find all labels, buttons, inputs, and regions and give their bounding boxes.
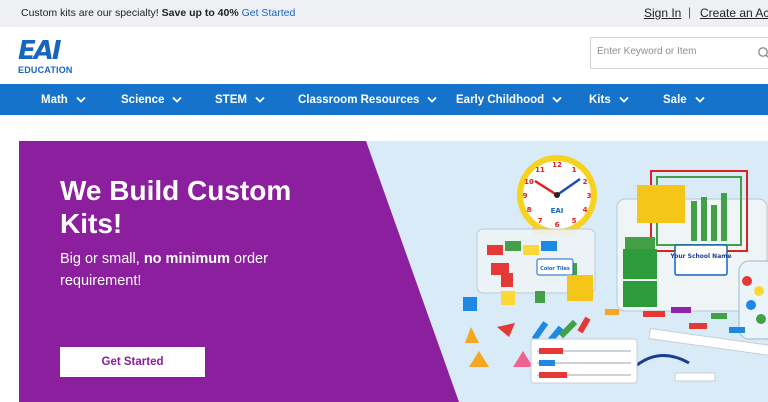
search-input[interactable] (597, 46, 747, 57)
hero-sub-bold: no minimum (143, 251, 231, 267)
chevron-down-icon (255, 96, 265, 103)
eai-logo[interactable]: EAI EDUCATION (18, 38, 78, 76)
nav-item-label: Classroom Resources (298, 93, 420, 106)
logo-text: EDUCATION (18, 65, 73, 75)
search-icon[interactable] (757, 46, 768, 60)
nav-item-early-childhood[interactable]: Early Childhood (456, 84, 562, 115)
create-account-link[interactable]: Create an Acco (700, 6, 768, 20)
chevron-down-icon (695, 96, 705, 103)
svg-text:4: 4 (583, 206, 588, 214)
svg-text:1: 1 (572, 166, 577, 174)
promo-prefix: Custom kits are our specialty! (21, 7, 159, 19)
custom-kit-product-image: 12 12 3 45 6 78 9 1011 EAI Color Tiles Your … (463, 155, 768, 384)
hero-banner: 12 1 2 3 45 6 78 9 10 11 EAI Color Tiles Y… (19, 141, 768, 402)
nav-item-label: Sale (663, 93, 687, 106)
clock-logo-text: EAI (551, 207, 564, 215)
svg-text:5: 5 (572, 217, 577, 225)
search-box (590, 37, 768, 69)
promo-text: Custom kits are our specialty! Save up t… (21, 7, 295, 19)
nav-item-stem[interactable]: STEM (215, 84, 265, 115)
svg-text:10: 10 (524, 178, 534, 186)
nav-item-label: STEM (215, 93, 247, 106)
chevron-down-icon (172, 96, 183, 103)
chevron-down-icon (619, 96, 629, 103)
nav-item-kits[interactable]: Kits (589, 84, 629, 115)
svg-text:8: 8 (527, 206, 532, 214)
promo-get-started-link[interactable]: Get Started (242, 7, 296, 19)
school-name-label: Your School Name (669, 253, 731, 260)
green-cubes (623, 237, 657, 307)
svg-text:11: 11 (535, 166, 545, 174)
promo-bold: Save up to 40% (161, 7, 239, 19)
sign-in-link[interactable]: Sign In (644, 6, 681, 20)
tile-label: Color Tiles (540, 266, 570, 272)
separator: | (688, 5, 692, 19)
nav-item-label: Kits (589, 93, 611, 106)
nav-item-classroom-resources[interactable]: Classroom Resources (298, 84, 438, 115)
chevron-down-icon (427, 96, 438, 103)
nav-item-label: Math (41, 93, 68, 106)
svg-text:9: 9 (523, 192, 528, 200)
nav-item-label: Science (121, 93, 165, 106)
svg-text:3: 3 (587, 192, 592, 200)
get-started-button[interactable]: Get Started (60, 347, 205, 377)
main-nav: Math Science STEM Classroom Resources Ea… (0, 84, 768, 115)
chevron-down-icon (552, 96, 562, 103)
hero-title: We Build Custom Kits! (60, 175, 292, 239)
nav-item-sale[interactable]: Sale (663, 84, 705, 115)
hero-subtitle: Big or small, no minimum order requireme… (60, 248, 300, 292)
svg-text:7: 7 (538, 217, 543, 225)
clock-icon: 12 12 3 45 6 78 9 1011 EAI (517, 155, 597, 235)
counting-rack (530, 338, 638, 384)
hero-sub-prefix: Big or small, (60, 251, 140, 267)
promo-bar: Custom kits are our specialty! Save up t… (0, 0, 768, 27)
nav-item-label: Early Childhood (456, 93, 545, 106)
chevron-down-icon (76, 96, 86, 103)
site-header: EAI EDUCATION (0, 27, 768, 84)
svg-text:12: 12 (552, 161, 562, 169)
nav-item-math[interactable]: Math (41, 84, 86, 115)
svg-text:6: 6 (555, 221, 560, 229)
nav-item-science[interactable]: Science (121, 84, 183, 115)
logo-mark: EAI (18, 36, 62, 66)
svg-text:2: 2 (583, 178, 588, 186)
